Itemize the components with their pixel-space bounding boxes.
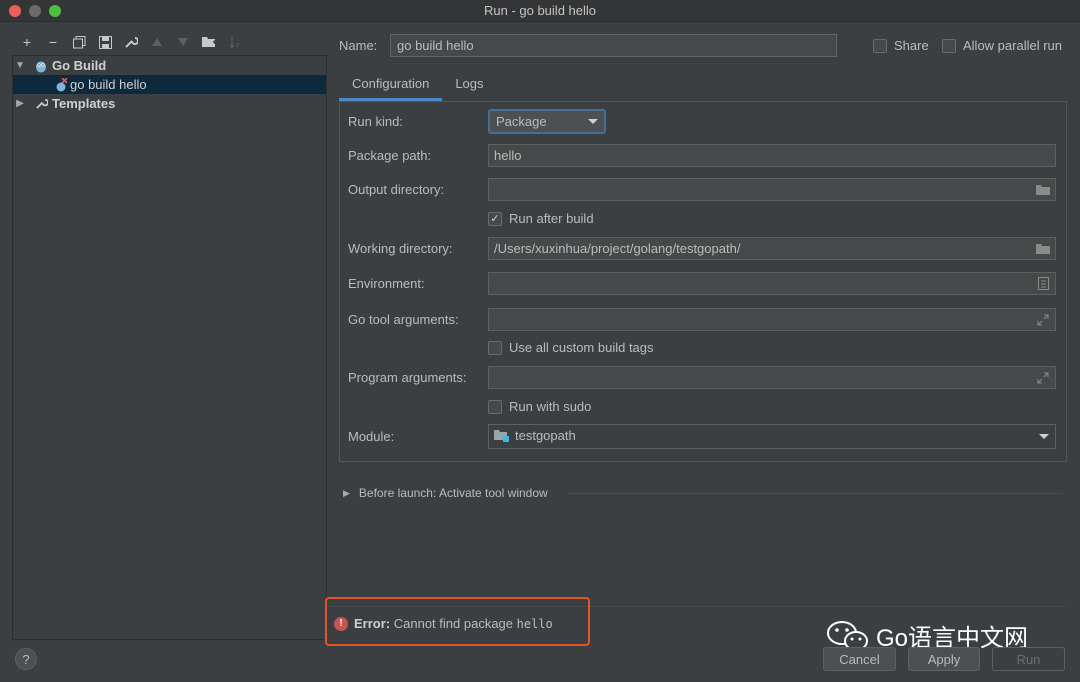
allow-parallel-run-label: Allow parallel run (963, 38, 1062, 53)
working-directory-label: Working directory: (348, 241, 453, 256)
tree-item-templates[interactable]: ▶ Templates (13, 94, 326, 113)
move-up-icon[interactable] (144, 32, 170, 52)
before-launch-label: Before launch: Activate tool window (358, 486, 548, 500)
run-kind-label: Run kind: (348, 114, 403, 129)
environment-label: Environment: (348, 276, 425, 291)
expand-icon[interactable] (1035, 312, 1051, 327)
tree-item-label: go build hello (70, 77, 147, 92)
module-folder-icon (494, 430, 509, 442)
run-after-build-checkbox[interactable]: ✓ Run after build (488, 211, 594, 226)
sort-icon[interactable]: z (222, 32, 248, 52)
run-with-sudo-checkbox[interactable]: Run with sudo (488, 399, 591, 414)
remove-icon[interactable]: − (40, 32, 66, 52)
checkbox-box[interactable] (488, 399, 502, 414)
error-message: ! Error: Cannot find package hello (334, 616, 553, 631)
config-toolbar: + − z (14, 31, 248, 53)
checkbox-box[interactable] (942, 38, 956, 53)
new-folder-icon[interactable] (196, 32, 222, 52)
error-text: Cannot find package (393, 616, 514, 631)
checkbox-checked[interactable]: ✓ (488, 211, 502, 226)
expand-icon[interactable] (1035, 370, 1051, 385)
error-config-icon (53, 77, 69, 93)
expand-arrow-icon[interactable]: ▼ (13, 60, 27, 71)
output-directory-input[interactable] (488, 178, 1056, 201)
module-value: testgopath (515, 428, 576, 443)
program-arguments-input[interactable] (488, 366, 1056, 389)
module-label: Module: (348, 429, 395, 444)
collapse-arrow-icon[interactable]: ▶ (343, 488, 350, 499)
apply-button[interactable]: Apply (908, 647, 980, 671)
move-down-icon[interactable] (170, 32, 196, 52)
error-icon: ! (334, 616, 348, 631)
gopher-icon (33, 58, 49, 74)
use-custom-build-tags-checkbox[interactable]: Use all custom build tags (488, 340, 654, 355)
divider (568, 493, 1063, 494)
wrench-icon (33, 96, 49, 112)
wrench-icon[interactable] (118, 32, 144, 52)
tab-configuration[interactable]: Configuration (339, 70, 443, 101)
help-button[interactable]: ? (15, 648, 37, 670)
checkbox-box[interactable] (873, 38, 887, 53)
error-package: hello (516, 616, 553, 631)
configurations-tree: ▼ Go Build go build hello ▶ Templates (12, 55, 327, 640)
run-after-build-label: Run after build (509, 211, 594, 226)
run-button[interactable]: Run (992, 647, 1065, 671)
title-bar: Run - go build hello (0, 0, 1080, 22)
folder-browse-icon[interactable] (1035, 182, 1051, 197)
chevron-down-icon (588, 119, 598, 124)
name-label: Name: (339, 38, 378, 53)
module-select[interactable]: testgopath (488, 424, 1056, 449)
tab-logs[interactable]: Logs (442, 70, 496, 101)
go-tool-arguments-label: Go tool arguments: (348, 312, 459, 327)
tree-item-label: Templates (52, 96, 116, 111)
tree-item-label: Go Build (52, 58, 107, 73)
window-title: Run - go build hello (483, 3, 597, 18)
run-with-sudo-label: Run with sudo (509, 399, 592, 414)
collapse-arrow-icon[interactable]: ▶ (13, 98, 27, 109)
go-tool-arguments-input[interactable] (488, 308, 1056, 331)
add-icon[interactable]: + (14, 32, 40, 52)
share-checkbox[interactable]: Share (873, 38, 929, 53)
name-input[interactable]: go build hello (390, 34, 837, 57)
package-path-input[interactable]: hello (488, 144, 1056, 167)
before-launch-section[interactable]: ▶ Before launch: Activate tool window (343, 486, 548, 500)
save-icon[interactable] (92, 32, 118, 52)
svg-text:z: z (236, 41, 240, 49)
environment-input[interactable] (488, 272, 1056, 295)
program-arguments-label: Program arguments: (348, 370, 467, 385)
tree-item-go-build-hello[interactable]: go build hello (13, 75, 326, 94)
working-directory-input[interactable]: /Users/xuxinhua/project/golang/testgopat… (488, 237, 1056, 260)
output-directory-label: Output directory: (348, 182, 445, 197)
chevron-down-icon (1039, 434, 1049, 439)
cancel-button[interactable]: Cancel (823, 647, 896, 671)
allow-parallel-run-checkbox[interactable]: Allow parallel run (942, 38, 1062, 53)
package-path-label: Package path: (348, 148, 432, 163)
share-label: Share (894, 38, 929, 53)
run-kind-select[interactable]: Package (488, 109, 606, 134)
tab-bar: Configuration Logs (339, 70, 497, 101)
folder-browse-icon[interactable] (1035, 241, 1051, 256)
use-custom-build-tags-label: Use all custom build tags (509, 340, 654, 355)
error-prefix: Error: (354, 616, 391, 631)
document-browse-icon[interactable] (1035, 276, 1051, 291)
tree-item-go-build[interactable]: ▼ Go Build (13, 56, 326, 75)
copy-icon[interactable] (66, 32, 92, 52)
checkbox-box[interactable] (488, 340, 502, 355)
run-kind-value: Package (496, 114, 547, 129)
